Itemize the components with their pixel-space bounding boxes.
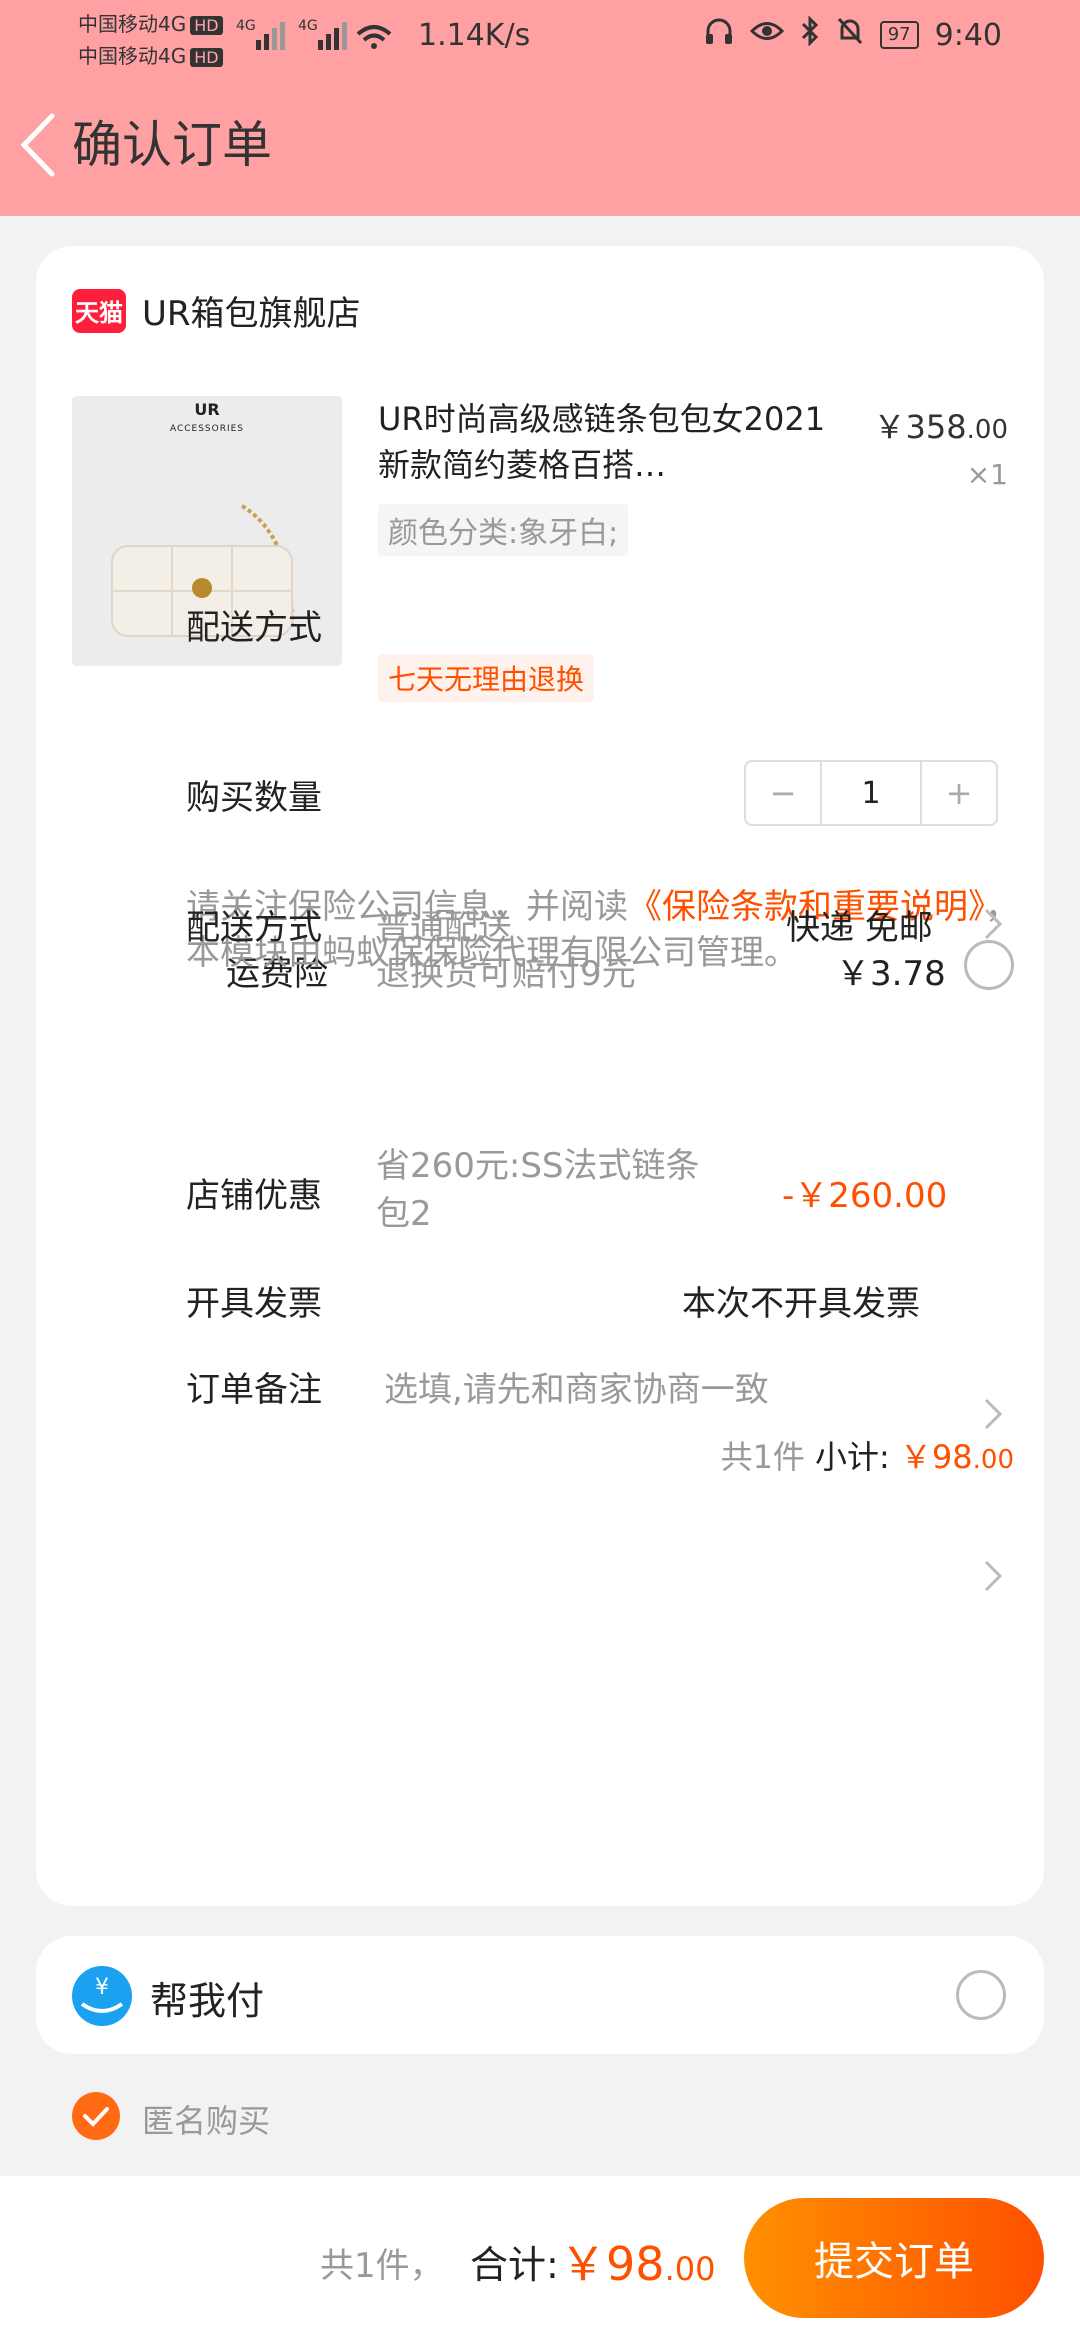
order-card: 天猫 UR箱包旗舰店 UR ACCESSORIES UR时尚高级感链条包包女20… [36,246,1044,1906]
signal-icon: 4G 4G [236,18,392,50]
remark-label: 订单备注 [186,1370,322,1410]
chevron-right-icon [984,1560,1003,1592]
header: 中国移动4G HD 中国移动4G HD 4G 4G 1.14K/s 97 9:4… [0,0,1080,216]
product-title[interactable]: UR时尚高级感链条包包女2021新款简约菱格百搭… [378,396,828,488]
shop-row[interactable]: 天猫 UR箱包旗舰店 [72,286,361,335]
help-pay-radio[interactable] [956,1970,1006,2020]
tmall-logo: 天猫 [72,288,126,333]
discount-description-line2: 包2 [376,1194,432,1234]
total-label: 合计: [470,2243,559,2287]
invoice-label: 开具发票 [186,1284,322,1324]
product-quantity: ×1 [966,458,1008,491]
delivery-value[interactable]: 快递 免邮 [786,900,933,949]
quantity-value[interactable]: 1 [820,762,922,824]
chevron-left-icon [20,113,55,177]
submit-order-button[interactable]: 提交订单 [744,2198,1044,2318]
product-price: ￥358.00 [873,408,1008,446]
decrement-button[interactable]: − [746,762,820,824]
help-pay-label: 帮我付 [150,1979,265,2023]
svg-text:¥: ¥ [95,1975,109,2000]
help-pay-card[interactable]: ¥ 帮我付 [36,1936,1044,2054]
delivery-method: 普通配送 [376,908,512,948]
hd-badge: HD [190,48,223,67]
increment-button[interactable]: + [922,762,996,824]
chevron-right-icon [984,908,1003,940]
svg-text:4G: 4G [298,18,318,34]
thumb-subtitle: ACCESSORIES [169,424,245,434]
discount-description-line1: 省260元:SS法式链条 [376,1146,700,1186]
headphones-icon [704,16,734,54]
anonymous-label: 匿名购买 [142,2102,271,2140]
svg-text:4G: 4G [236,18,256,34]
delivery-label: 配送方式 [186,608,322,648]
subtotal-label: 小计: [814,1438,890,1476]
bottom-bar: 共1件， 合计: ￥98.00 提交订单 zhizhizhi.com [0,2176,1080,2340]
carrier-1: 中国移动4G HD [78,8,223,37]
back-button[interactable] [18,112,58,178]
checkmark-icon [83,2107,109,2127]
page-title: 确认订单 [72,116,272,174]
help-pay-icon: ¥ [72,1966,132,2026]
discount-label: 店铺优惠 [186,1176,322,1216]
total-amount: ￥98.00 [560,2237,716,2291]
mute-bell-icon [836,16,864,54]
status-icons: 97 9:40 [704,15,1002,54]
clock: 9:40 [934,17,1002,53]
subtotal-amount: ￥98.00 [899,1438,1014,1476]
anonymous-checkbox[interactable] [72,2092,120,2140]
total-count: 共1件， [320,2246,444,2286]
thumb-brand: UR [194,400,220,419]
invoice-value[interactable]: 本次不开具发票 [682,1276,920,1325]
subtotal: 共1件 小计: ￥98.00 [721,1432,1014,1478]
variant-tag: 颜色分类:象牙白; [378,504,629,556]
chevron-right-icon [984,1398,1003,1430]
quantity-label: 购买数量 [186,778,322,818]
eye-icon [749,16,784,54]
hd-badge: HD [190,16,223,35]
battery-icon: 97 [879,21,919,49]
bluetooth-icon [800,15,820,54]
net-speed: 1.14K/s [418,18,531,53]
status-bar: 中国移动4G HD 中国移动4G HD 4G 4G 1.14K/s 97 9:4… [0,0,1080,75]
shop-name: UR箱包旗舰店 [142,294,361,334]
discount-value[interactable]: -￥260.00 [782,1168,947,1217]
remark-input[interactable]: 选填,请先和商家协商一致 [384,1362,769,1411]
quantity-stepper: − 1 + [744,760,998,826]
delivery-label-text: 配送方式 [186,908,322,948]
watermark: zhizhizhi.com [951,2315,1060,2334]
subtotal-count: 共1件 [720,1438,805,1476]
return-policy-badge: 七天无理由退换 [378,654,595,702]
carrier-2: 中国移动4G HD [78,40,223,69]
